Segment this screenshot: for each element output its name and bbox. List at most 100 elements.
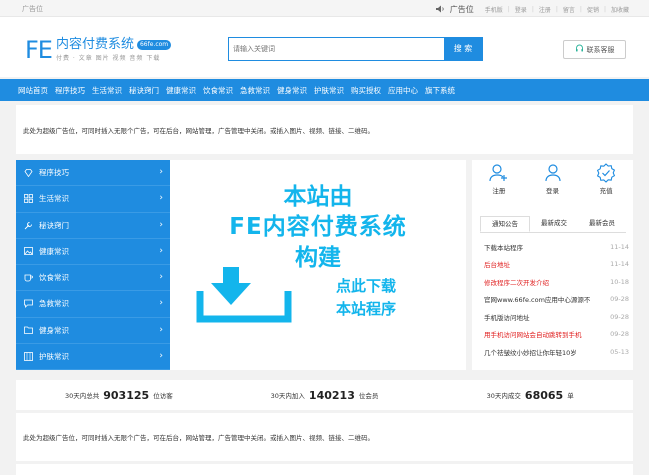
sidebar-item-tricks[interactable]: 秘诀窍门 › [16,213,170,239]
stat-members: 30天内加入 140213 位会员 [222,389,428,402]
nav-item-diet[interactable]: 饮食常识 [203,85,233,96]
banner-download-line2: 本站程序 [336,300,397,318]
sidebar-item-diet[interactable]: 饮食常识 › [16,265,170,292]
grid-icon [24,194,33,204]
site-logo[interactable]: FE 内容付费系统 66fe.com 付费 · 文章 图片 视频 音频 下载 [25,36,172,64]
download-icon [196,267,292,323]
chevron-right-icon: › [159,167,163,177]
promo-banner[interactable]: 本站由 FE内容付费系统 构建 点此下载 本站程序 [170,160,466,370]
sidebar-item-skincare[interactable]: 护肤常识 › [16,344,170,370]
list-item[interactable]: 下载本站程序 11-14 [484,238,629,256]
cup-icon [24,274,33,282]
top-ad-label[interactable]: 广告位 [22,4,43,14]
search-input[interactable] [229,38,444,60]
logo-fe: FE [25,36,53,64]
stat-prefix: 30天内总共 [64,392,100,400]
notice-title: 下载本站程序 [484,243,523,252]
list-item[interactable]: 用手机访问网站会自动跳转到手机 09-28 [484,326,629,344]
ad-banner-footer [16,464,633,475]
badge-check-icon [597,163,616,183]
notice-date: 09-28 [610,312,629,321]
chevron-right-icon: › [159,272,163,282]
tab-latest-deals[interactable]: 最新成交 [530,216,578,232]
list-item[interactable]: 几个祛皱纹小妙招让你年轻10岁 05-13 [484,343,629,361]
list-item[interactable]: 官网www.66fe.com应用中心源源不 09-28 [484,291,629,309]
search-button[interactable]: 搜 索 [444,38,482,60]
login-label: 登录 [546,187,559,195]
banner-line1: 本站由 [283,184,353,210]
sidebar-item-fitness[interactable]: 健身常识 › [16,318,170,344]
diamond-icon [24,168,33,177]
nav-item-life[interactable]: 生活常识 [92,85,122,96]
top-link-promo[interactable]: 促销 [587,5,599,14]
recharge-button[interactable]: 充值 [579,163,633,207]
top-link-favorite[interactable]: 加收藏 [611,5,629,14]
nav-item-tips[interactable]: 程序技巧 [55,85,85,96]
tab-latest-members[interactable]: 最新会员 [578,216,626,232]
list-item[interactable]: 后台地址 11-14 [484,256,629,274]
nav-item-skincare[interactable]: 护肤常识 [314,85,344,96]
top-link-mobile[interactable]: 手机版 [485,5,503,14]
notice-title: 官网www.66fe.com应用中心源源不 [484,296,591,305]
list-item[interactable]: 手机版访问地址 09-28 [484,308,629,326]
contact-service-button[interactable]: 联系客服 [563,40,626,59]
tab-notices[interactable]: 通知公告 [480,216,530,232]
nav-item-firstaid[interactable]: 急救常识 [240,85,270,96]
notice-date: 09-28 [610,330,629,339]
notice-date: 11-14 [610,242,629,251]
chevron-right-icon: › [159,350,163,361]
stat-value: 68065 [524,388,564,402]
notice-date: 10-18 [610,277,629,286]
chat-icon [24,299,33,309]
nav-item-home[interactable]: 网站首页 [18,85,48,96]
chevron-right-icon: › [159,298,163,309]
ad-text: 此处为超级广告位，可同时插入无限个广告，可在后台，网站管理，广告管理中关闭。或插… [23,126,374,135]
site-stats: 30天内总共 903125 位访客 30天内加入 140213 位会员 30天内… [16,380,633,410]
banner-line2: FE内容付费系统 [229,214,407,240]
ad-banner-bottom[interactable]: 此处为超级广告位，可同时插入无限个广告，可在后台，网站管理，广告管理中关闭。或插… [16,413,633,461]
stat-value: 903125 [103,388,150,402]
nav-item-license[interactable]: 购买授权 [351,85,381,96]
top-link-register[interactable]: 注册 [539,5,551,14]
chevron-right-icon: › [159,245,163,256]
top-link-message[interactable]: 留言 [563,5,575,14]
notice-title: 手机版访问地址 [484,313,530,322]
nav-item-health[interactable]: 健康常识 [166,85,196,96]
nav-item-tricks[interactable]: 秘诀窍门 [129,85,159,96]
main-nav: 网站首页 程序技巧 生活常识 秘诀窍门 健康常识 饮食常识 急救常识 健身常识 … [0,79,649,101]
nav-item-apps[interactable]: 应用中心 [388,85,418,96]
top-bar: 广告位 广告位 手机版 | 登录 | 注册 | 留言 | 促销 | 加收藏 [0,0,649,17]
notice-title: 用手机访问网站会自动跳转到手机 [484,331,582,340]
top-links: 广告位 手机版 | 登录 | 注册 | 留言 | 促销 | 加收藏 [435,4,629,15]
user-icon [544,164,561,182]
notice-title: 几个祛皱纹小妙招让你年轻10岁 [484,348,577,357]
sidebar-item-label: 护肤常识 [39,351,69,361]
sidebar-item-label: 健身常识 [39,325,69,335]
member-panel: 注册 登录 充值 通知公告 最新成交 最新会员 下载本站程序 11-14 后台地址… [472,160,633,370]
sidebar-item-label: 程序技巧 [39,168,69,178]
notice-date: 11-14 [610,260,629,269]
ad-banner-top[interactable]: 此处为超级广告位，可同时插入无限个广告，可在后台，网站管理，广告管理中关闭。或插… [16,105,633,154]
stat-deals: 30天内成交 68065 单 [427,389,633,402]
contact-service-label: 联系客服 [586,45,615,54]
wrench-icon [24,221,32,229]
top-link-login[interactable]: 登录 [515,5,527,14]
sidebar-item-health[interactable]: 健康常识 › [16,239,170,265]
film-icon [24,351,33,361]
sidebar-item-firstaid[interactable]: 急救常识 › [16,291,170,318]
list-item[interactable]: 修改程序二次开发介绍 10-18 [484,273,629,291]
search-box: 搜 索 [228,37,483,61]
register-button[interactable]: 注册 [472,163,526,207]
notice-list: 下载本站程序 11-14 后台地址 11-14 修改程序二次开发介绍 10-18 官网… [484,238,629,361]
stat-value: 140213 [308,388,355,402]
nav-item-fitness[interactable]: 健身常识 [277,85,307,96]
user-add-icon [489,164,507,182]
sidebar-item-life[interactable]: 生活常识 › [16,186,170,213]
member-actions: 注册 登录 充值 [472,163,633,207]
nav-item-systems[interactable]: 旗下系统 [425,85,455,96]
recharge-label: 充值 [599,187,613,195]
site-subtitle: 付费 · 文章 图片 视频 音频 下载 [55,55,161,62]
stat-suffix: 位会员 [358,392,379,400]
login-button[interactable]: 登录 [526,163,580,207]
sidebar-item-tips[interactable]: 程序技巧 › [16,160,170,187]
